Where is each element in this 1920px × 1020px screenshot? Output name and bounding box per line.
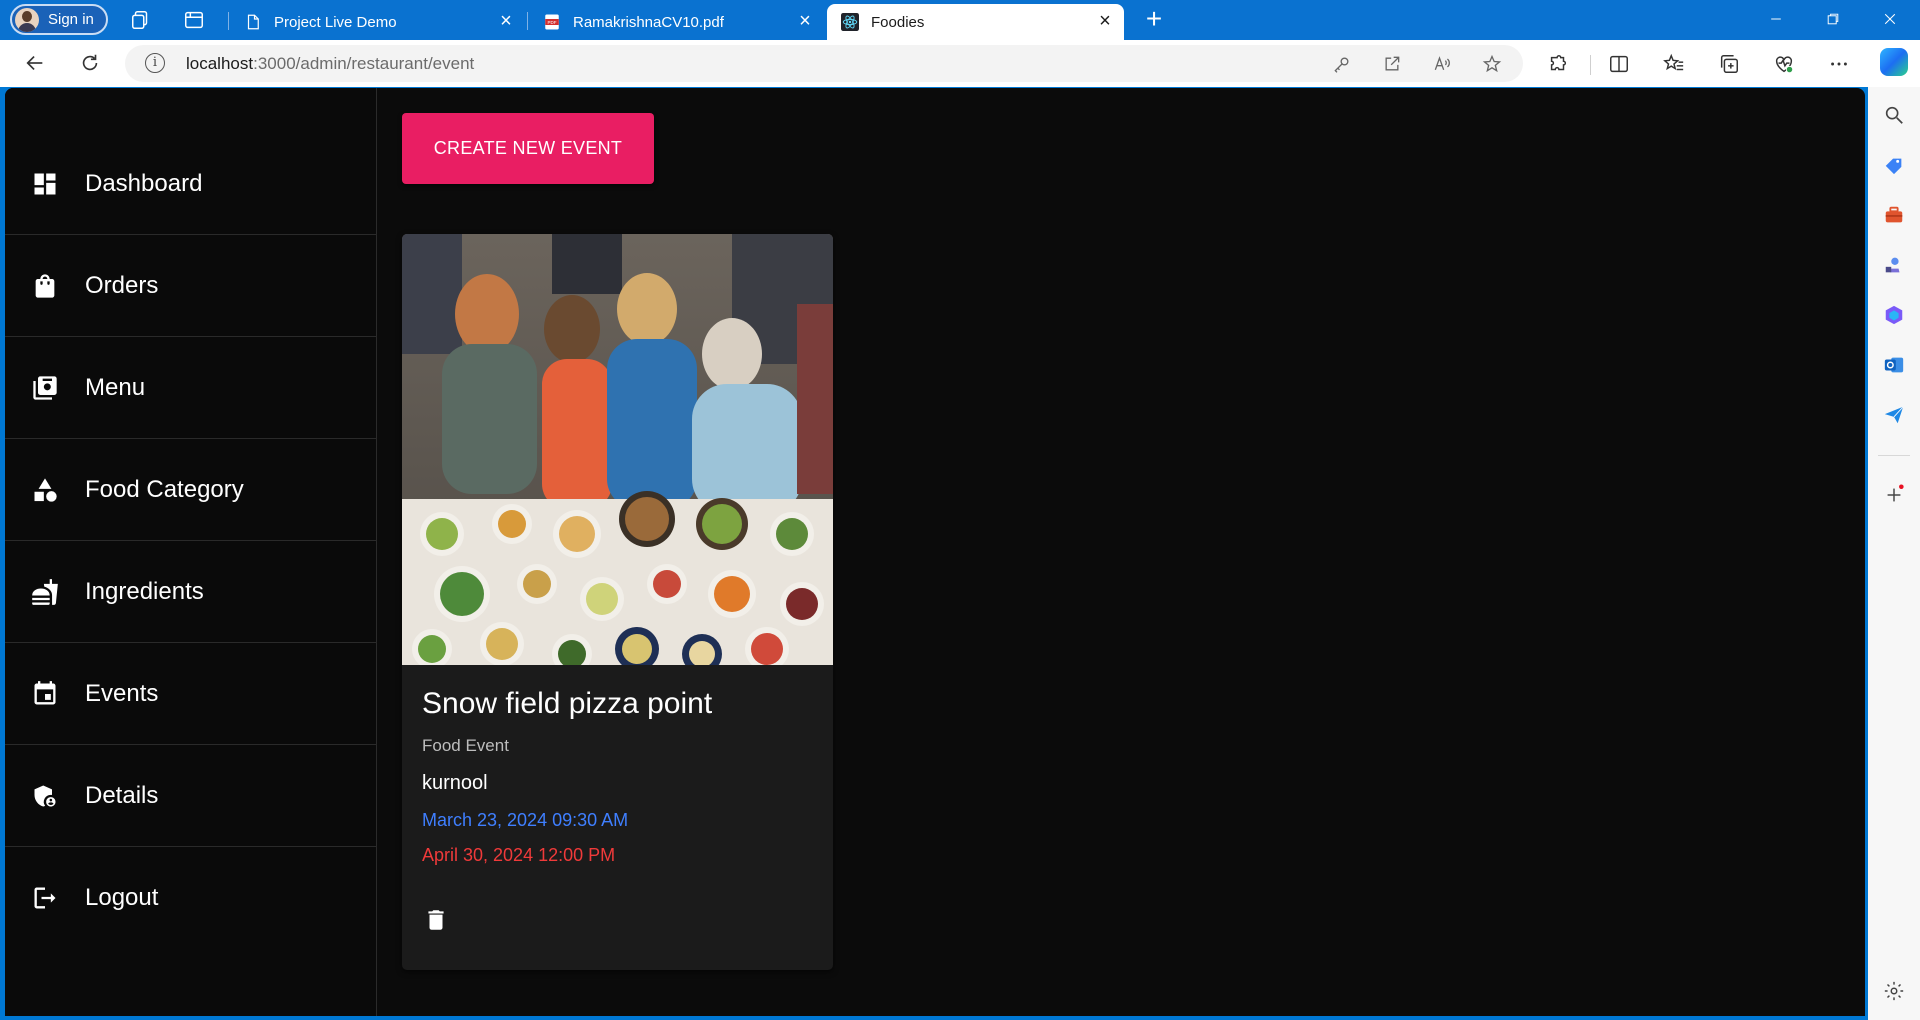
tab-foodies[interactable]: Foodies × xyxy=(827,4,1124,40)
tab-separator xyxy=(228,12,229,30)
add-icon[interactable] xyxy=(1883,484,1905,506)
tab-title: Foodies xyxy=(871,13,925,31)
url-text[interactable]: localhost:3000/admin/restaurant/event xyxy=(186,54,474,74)
send-telegram-icon[interactable] xyxy=(1883,404,1905,426)
games-chess-icon[interactable] xyxy=(1883,254,1905,276)
open-in-app-icon[interactable] xyxy=(1382,54,1402,74)
copilot-icon[interactable] xyxy=(1880,48,1908,76)
sidebar-item-dashboard[interactable]: Dashboard xyxy=(5,133,377,235)
url-path: :3000/admin/restaurant/event xyxy=(253,54,475,73)
more-options-icon[interactable] xyxy=(1828,53,1850,75)
sidebar-separator xyxy=(1878,455,1910,456)
tab-separator xyxy=(527,12,528,30)
sidebar-item-food-category[interactable]: Food Category xyxy=(5,439,377,541)
event-location: kurnool xyxy=(422,772,488,794)
sidebar-item-menu[interactable]: Menu xyxy=(5,337,377,439)
site-info-icon[interactable]: i xyxy=(145,53,165,73)
extensions-icon[interactable] xyxy=(1547,53,1569,75)
sidebar-item-label: Menu xyxy=(85,373,146,401)
url-host: localhost xyxy=(186,54,254,73)
password-key-icon[interactable] xyxy=(1332,54,1352,74)
react-icon xyxy=(841,13,859,31)
event-card: Snow field pizza point Food Event kurnoo… xyxy=(402,234,833,970)
sidebar-item-logout[interactable]: Logout xyxy=(5,847,377,949)
favorite-star-icon[interactable] xyxy=(1482,54,1502,74)
tab-ramakrishna-cv[interactable]: PDF RamakrishnaCV10.pdf × xyxy=(529,4,824,40)
sidebar-item-label: Events xyxy=(85,679,159,707)
trash-icon xyxy=(428,910,444,930)
tab-actions-icon[interactable] xyxy=(183,9,205,31)
event-title: Snow field pizza point xyxy=(422,687,713,720)
event-icon xyxy=(31,680,59,708)
search-icon[interactable] xyxy=(1883,104,1905,126)
admin-panel-icon xyxy=(31,782,59,810)
close-tab-icon[interactable]: × xyxy=(1096,11,1114,31)
event-end-date: April 30, 2024 12:00 PM xyxy=(422,845,616,865)
browser-essentials-icon[interactable] xyxy=(1773,53,1795,75)
address-bar: i localhost:3000/admin/restaurant/event xyxy=(0,40,1920,87)
sidebar-item-label: Ingredients xyxy=(85,577,204,605)
shopping-bag-icon xyxy=(31,272,59,300)
page-viewport: Dashboard Orders Menu Food Category Ingr… xyxy=(5,88,1865,1016)
svg-text:PDF: PDF xyxy=(548,20,557,25)
close-window-icon[interactable] xyxy=(1875,4,1905,34)
restore-icon[interactable] xyxy=(1818,4,1848,34)
close-tab-icon[interactable]: × xyxy=(796,11,814,31)
split-screen-icon[interactable] xyxy=(1608,53,1630,75)
sidebar-item-events[interactable]: Events xyxy=(5,643,377,745)
sidebar-item-label: Food Category xyxy=(85,475,244,503)
tab-title: Project Live Demo xyxy=(274,13,397,31)
delete-event-button[interactable] xyxy=(418,902,454,938)
pdf-icon: PDF xyxy=(543,13,561,31)
sidebar-item-label: Logout xyxy=(85,884,159,911)
fastfood-icon xyxy=(31,578,59,606)
sidebar-item-label: Orders xyxy=(85,271,159,299)
close-tab-icon[interactable]: × xyxy=(497,11,515,31)
create-new-event-button[interactable]: CREATE NEW EVENT xyxy=(402,113,654,184)
restaurant-menu-icon xyxy=(31,374,59,402)
main-content: CREATE NEW EVENT Snow field pizza point … xyxy=(378,88,1865,1016)
event-image xyxy=(402,234,833,665)
toolbar-separator xyxy=(1590,55,1591,75)
page-icon xyxy=(244,13,262,31)
url-field[interactable]: i localhost:3000/admin/restaurant/event xyxy=(125,45,1523,82)
back-icon[interactable] xyxy=(20,48,50,78)
collections-icon[interactable] xyxy=(1718,53,1740,75)
read-aloud-icon[interactable] xyxy=(1432,54,1452,74)
refresh-icon[interactable] xyxy=(75,48,105,78)
workspaces-icon[interactable] xyxy=(130,9,152,31)
category-icon xyxy=(31,476,59,504)
sidebar-item-ingredients[interactable]: Ingredients xyxy=(5,541,377,643)
favorites-icon[interactable] xyxy=(1663,53,1685,75)
outlook-icon[interactable] xyxy=(1883,354,1905,376)
dashboard-icon xyxy=(31,170,59,198)
tools-briefcase-icon[interactable] xyxy=(1883,204,1905,226)
event-type: Food Event xyxy=(422,736,509,755)
avatar xyxy=(15,7,39,32)
sidebar-item-label: Details xyxy=(85,781,159,809)
minimize-icon[interactable] xyxy=(1761,4,1791,34)
sidebar-item-orders[interactable]: Orders xyxy=(5,235,377,337)
admin-sidebar: Dashboard Orders Menu Food Category Ingr… xyxy=(5,88,377,1016)
event-start-date: March 23, 2024 09:30 AM xyxy=(422,810,629,830)
browser-tab-bar: Sign in Project Live Demo × PDF Ramakris… xyxy=(0,0,1920,40)
sidebar-item-details[interactable]: Details xyxy=(5,745,377,847)
edge-sidebar xyxy=(1868,87,1920,1020)
profile-label: Sign in xyxy=(48,11,94,28)
microsoft-365-icon[interactable] xyxy=(1883,304,1905,326)
profile-button[interactable]: Sign in xyxy=(10,4,108,35)
settings-gear-icon[interactable] xyxy=(1883,980,1905,1002)
tab-project-live-demo[interactable]: Project Live Demo × xyxy=(230,4,525,40)
sidebar-item-label: Dashboard xyxy=(85,169,203,197)
tab-title: RamakrishnaCV10.pdf xyxy=(573,13,724,31)
new-tab-button[interactable]: + xyxy=(1140,5,1168,34)
shopping-tag-icon[interactable] xyxy=(1883,154,1905,176)
logout-icon xyxy=(31,884,59,912)
